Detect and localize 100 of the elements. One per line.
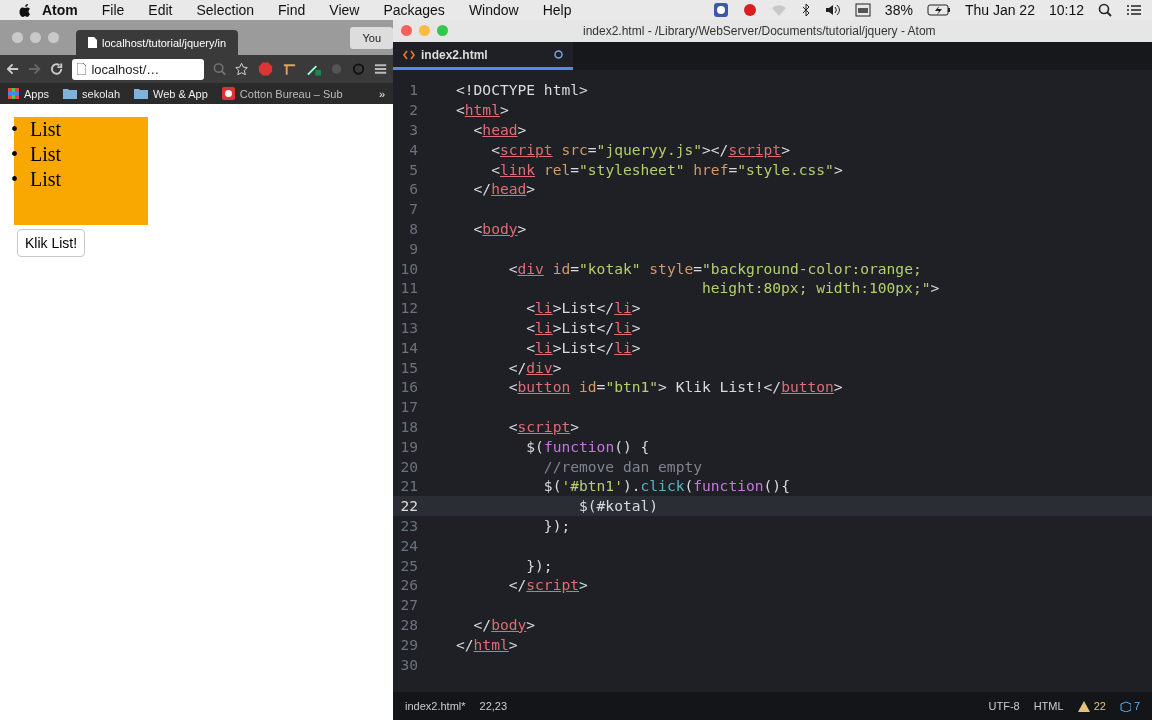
menu-item[interactable]: Edit [148,2,173,18]
code-line: <li>List</li> [525,338,641,356]
package-updates[interactable]: 7 [1119,700,1140,712]
bookmark[interactable]: Apps [8,87,50,100]
code-line: </body> [472,615,536,633]
menu-item[interactable]: Find [278,2,306,18]
line-number: 24 [399,536,418,554]
encoding[interactable]: UTF-8 [988,700,1020,712]
code-line: $(#kotal) [578,497,659,515]
line-number: 28 [399,615,418,633]
app-menu[interactable]: Atom [42,2,78,18]
code-line: </div> [507,358,562,376]
grammar[interactable]: HTML [1033,700,1064,712]
line-number: 8 [408,219,418,237]
warning-icon [1077,700,1090,712]
battery-percent: 38% [884,2,913,18]
cursor-position[interactable]: 22,23 [479,700,508,712]
code-line: </html> [456,635,518,653]
browser-tab[interactable]: localhost/tutorial/jquery/in [76,30,239,55]
code-line: <button id="btn1"> Klik List!</button> [507,378,843,396]
code-line: <div id="kotak" style="background-color:orange; [507,259,922,277]
apple-icon [18,2,32,18]
menu-item[interactable]: Help [542,2,572,18]
app-status-icon [712,2,729,18]
code-line: height:80px; width:100px;"> [701,279,940,297]
folder-icon [63,88,78,99]
menu-item[interactable]: File [101,2,125,18]
keyboard-icon [854,3,871,17]
minimize-button[interactable] [419,25,430,36]
line-number: 5 [408,160,418,178]
warning-count[interactable]: 22 [1077,700,1106,712]
stop-sign-icon [257,61,273,77]
line-number: 7 [408,200,418,218]
line-number: 21 [399,477,418,495]
record-icon [742,3,757,17]
list-icon [1126,3,1142,17]
line-number: 6 [408,180,418,198]
code-line: <li>List</li> [525,318,641,336]
line-number: 19 [399,437,418,455]
line-number: 11 [399,279,418,297]
line-number: 4 [408,140,418,158]
code-line: <html> [456,101,509,119]
folder-icon [134,88,148,99]
line-number: 29 [399,635,418,653]
file-name[interactable]: index2.html* [405,700,466,712]
window-dot[interactable] [48,32,59,43]
page-icon [88,37,97,48]
menu-item[interactable]: Selection [196,2,255,18]
code-line: <head> [472,121,527,138]
code-line: $(function() { [525,437,650,455]
list-bullet: • [11,117,19,142]
line-number: 15 [399,358,418,376]
line-number: 3 [408,121,418,138]
editor-tab[interactable]: index2.html [393,42,573,70]
code-line: //remove dan empty [542,457,702,475]
address-text: localhost/… [91,61,160,77]
package-icon [1119,700,1131,712]
code-line: $('#btn1').click(function(){ [542,477,790,495]
line-number: 16 [399,378,418,396]
line-number: 9 [408,239,418,257]
line-number: 27 [399,596,418,614]
line-number: 18 [399,417,418,435]
klik-button[interactable]: Klik List! [17,229,86,257]
line-number: 10 [399,259,418,277]
volume-icon [824,3,841,17]
code-line: <link rel="stylesheet" href="style.css"> [490,160,843,178]
bookmark[interactable]: sekolah [63,87,120,100]
bookmark[interactable]: Cotton Bureau – Sub [221,87,343,100]
line-number: 23 [399,516,418,534]
code-line: <script> [507,417,580,435]
line-number: 20 [399,457,418,475]
close-button[interactable] [401,25,412,36]
browser-tab[interactable]: You [350,27,393,49]
code-line: </script> [507,576,588,594]
line-number: 26 [399,576,418,594]
code-icon [403,49,415,60]
zoom-button[interactable] [437,25,448,36]
line-number: 17 [399,398,418,416]
list-item: List [30,167,62,192]
address-field[interactable]: localhost/… [72,58,205,80]
line-number: 2 [408,101,418,119]
code-line: </head> [472,180,536,198]
code-line: <!DOCTYPE html> [456,81,588,99]
window-dot[interactable] [30,32,41,43]
code-line: <body> [472,219,527,237]
line-number: 1 [408,81,418,99]
list-bullet: • [11,167,19,192]
line-number: 14 [399,338,418,356]
menu-item[interactable]: Packages [383,2,445,18]
apps-grid-icon [8,88,19,99]
battery-icon [926,3,951,17]
window-dot[interactable] [12,32,23,43]
zoom-icon [213,62,227,76]
menu-item[interactable]: Window [468,2,519,18]
menu-item[interactable]: View [329,2,360,18]
bureau-icon [221,87,235,100]
bookmark[interactable]: Web & App [134,87,208,100]
list-bullet: • [11,142,19,167]
line-number: 12 [399,299,418,317]
more-bookmarks[interactable]: » [378,87,385,100]
